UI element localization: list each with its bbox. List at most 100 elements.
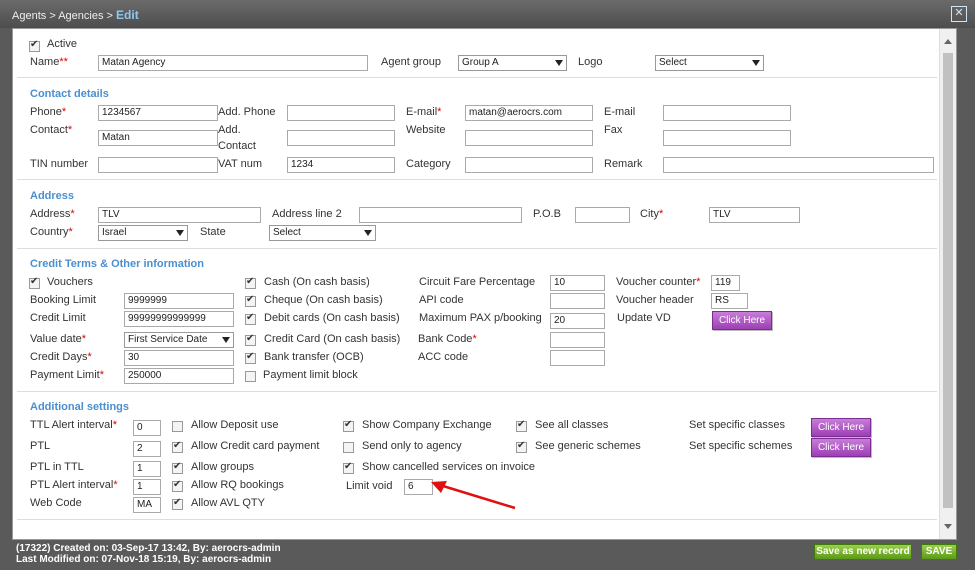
payment-limit-input[interactable]: 250000	[124, 368, 234, 384]
ptl-in-ttl-label: PTL in TTL	[30, 461, 84, 473]
name-label: Name**	[30, 56, 68, 68]
country-select[interactable]: Israel	[98, 225, 188, 241]
agent-group-select[interactable]: Group A	[458, 55, 567, 71]
remark-label: Remark	[604, 158, 643, 170]
ptl-input[interactable]: 2	[133, 441, 161, 457]
city-input[interactable]: TLV	[709, 207, 800, 223]
web-code-input[interactable]: MA	[133, 497, 161, 513]
show-cancelled-checkbox[interactable]	[343, 461, 354, 474]
debit-cards-checkbox[interactable]	[245, 312, 256, 325]
set-schemes-button[interactable]: Click Here	[811, 438, 871, 457]
set-classes-button[interactable]: Click Here	[811, 418, 871, 437]
bank-transfer-checkbox[interactable]	[245, 351, 256, 364]
allow-credit-card-checkbox[interactable]	[172, 440, 183, 453]
chevron-down-icon	[555, 60, 563, 66]
close-icon[interactable]: ✕	[951, 6, 967, 22]
update-vd-label: Update VD	[617, 312, 671, 324]
credit-card-checkbox[interactable]	[245, 333, 256, 346]
vouchers-label: Vouchers	[47, 276, 93, 288]
save-as-new-button[interactable]: Save as new record	[814, 544, 912, 560]
breadcrumb: Agents > Agencies > Edit	[12, 8, 139, 22]
logo-select[interactable]: Select	[655, 55, 764, 71]
credit-days-input[interactable]: 30	[124, 350, 234, 366]
modified-info: Last Modified on: 07-Nov-18 15:19, By: a…	[16, 554, 272, 565]
booking-limit-input[interactable]: 9999999	[124, 293, 234, 309]
allow-deposit-label: Allow Deposit use	[191, 419, 279, 431]
max-pax-label: Maximum PAX p/booking	[419, 312, 542, 324]
voucher-counter-label: Voucher counter*	[616, 276, 701, 288]
voucher-header-input[interactable]: RS	[711, 293, 748, 309]
send-agency-checkbox[interactable]	[343, 442, 354, 453]
add-contact-input[interactable]	[287, 130, 395, 146]
cash-label: Cash (On cash basis)	[264, 276, 370, 288]
vertical-scrollbar[interactable]	[939, 29, 956, 539]
acc-code-input[interactable]	[550, 350, 605, 366]
tin-input[interactable]	[98, 157, 218, 173]
phone-input[interactable]: 1234567	[98, 105, 218, 121]
contact-input[interactable]: Matan	[98, 130, 218, 146]
allow-deposit-checkbox[interactable]	[172, 421, 183, 432]
send-agency-label: Send only to agency	[362, 440, 462, 452]
address-input[interactable]: TLV	[98, 207, 261, 223]
ttl-alert-input[interactable]: 0	[133, 420, 161, 436]
max-pax-input[interactable]: 20	[550, 313, 605, 329]
allow-rq-checkbox[interactable]	[172, 479, 183, 492]
ptl-alert-input[interactable]: 1	[133, 479, 161, 495]
email-label: E-mail*	[406, 106, 442, 118]
city-label: City*	[640, 208, 664, 220]
allow-groups-checkbox[interactable]	[172, 461, 183, 474]
cheque-label: Cheque (On cash basis)	[264, 294, 383, 306]
pob-label: P.O.B	[533, 208, 561, 220]
state-select[interactable]: Select	[269, 225, 376, 241]
vat-label: VAT num	[218, 158, 263, 170]
show-exchange-label: Show Company Exchange	[362, 419, 492, 431]
vat-input[interactable]: 1234	[287, 157, 395, 173]
scroll-up-icon[interactable]	[944, 39, 952, 44]
value-date-select[interactable]: First Service Date	[124, 332, 234, 348]
cheque-checkbox[interactable]	[245, 294, 256, 307]
payment-limit-block-checkbox[interactable]	[245, 371, 256, 382]
name-input[interactable]: Matan Agency	[98, 55, 368, 71]
update-vd-button[interactable]: Click Here	[712, 311, 772, 330]
active-checkbox[interactable]	[29, 39, 40, 52]
divider	[17, 179, 937, 180]
phone-label: Phone*	[30, 106, 67, 118]
see-classes-checkbox[interactable]	[516, 419, 527, 432]
allow-avl-checkbox[interactable]	[172, 497, 183, 510]
ptl-in-ttl-input[interactable]: 1	[133, 461, 161, 477]
add-contact-label-line2: Contact	[218, 140, 256, 152]
divider	[17, 519, 937, 520]
cash-checkbox[interactable]	[245, 276, 256, 289]
circuit-fare-input[interactable]: 10	[550, 275, 605, 291]
category-input[interactable]	[465, 157, 593, 173]
pob-input[interactable]	[575, 207, 630, 223]
email-input[interactable]: matan@aerocrs.com	[465, 105, 593, 121]
scroll-down-icon[interactable]	[944, 524, 952, 529]
ptl-alert-label: PTL Alert interval*	[30, 479, 118, 491]
show-exchange-checkbox[interactable]	[343, 419, 354, 432]
record-info: (17322) Created on: 03-Sep-17 13:42, By:…	[16, 543, 281, 565]
vouchers-checkbox[interactable]	[29, 276, 40, 289]
website-input[interactable]	[465, 130, 593, 146]
api-code-input[interactable]	[550, 293, 605, 309]
fax-input[interactable]	[663, 130, 791, 146]
chevron-down-icon	[222, 337, 230, 343]
address-section-title: Address	[30, 190, 75, 202]
credit-limit-input[interactable]: 99999999999999	[124, 311, 234, 327]
voucher-counter-input[interactable]: 119	[711, 275, 740, 291]
divider	[17, 391, 937, 392]
email2-input[interactable]	[663, 105, 791, 121]
website-label: Website	[406, 124, 446, 136]
see-schemes-checkbox[interactable]	[516, 440, 527, 453]
allow-credit-card-label: Allow Credit card payment	[191, 440, 320, 452]
bank-code-input[interactable]	[550, 332, 605, 348]
chevron-down-icon	[364, 230, 372, 236]
breadcrumb-agents[interactable]: Agents	[12, 10, 46, 22]
scrollbar-thumb[interactable]	[943, 53, 953, 508]
add-phone-input[interactable]	[287, 105, 395, 121]
address-line2-input[interactable]	[359, 207, 522, 223]
breadcrumb-agencies[interactable]: Agencies	[58, 10, 103, 22]
save-button[interactable]: SAVE	[921, 544, 957, 560]
tin-label: TIN number	[30, 158, 89, 170]
remark-input[interactable]	[663, 157, 934, 173]
